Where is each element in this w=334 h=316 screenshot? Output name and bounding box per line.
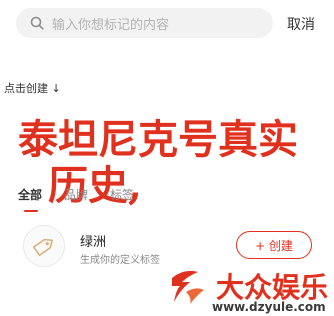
tag-icon	[23, 225, 65, 267]
cancel-button[interactable]: 取消	[287, 14, 315, 34]
search-input[interactable]: 输入你想标记的内容	[52, 14, 169, 33]
search-bar[interactable]: 输入你想标记的内容	[16, 8, 273, 38]
card-title: 绿洲	[80, 235, 107, 250]
brand-logo-icon	[172, 270, 204, 304]
watermark-logo: 大众娱乐 www.dzyule.com	[168, 268, 334, 316]
search-icon	[30, 16, 44, 30]
overlay-title-line1: 泰坦尼克号真实	[18, 116, 298, 163]
active-tab-indicator	[24, 210, 38, 212]
sort-label[interactable]: 点击创建 ↓	[4, 80, 61, 96]
tab-bar: 全部 品牌 标签	[18, 186, 156, 203]
watermark-url: www.dzyule.com	[212, 300, 326, 314]
create-button[interactable]: + 创建	[236, 231, 312, 259]
tab-tags[interactable]: 标签	[110, 186, 134, 203]
tab-brand[interactable]: 品牌	[64, 186, 88, 203]
card-description: 生成你的定义标签	[80, 255, 160, 266]
tab-all[interactable]: 全部	[18, 186, 42, 203]
